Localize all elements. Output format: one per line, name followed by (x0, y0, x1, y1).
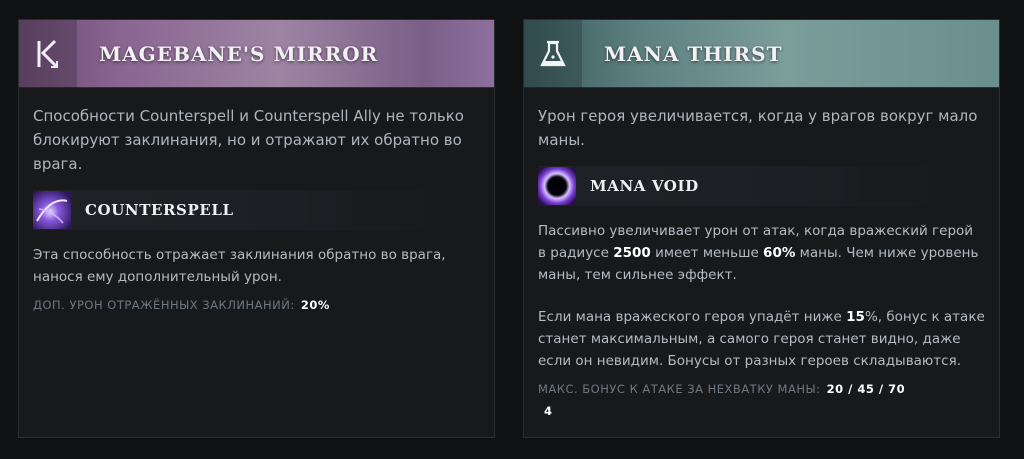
ability-stat: МАКС. БОНУС К АТАКЕ ЗА НЕХВАТКУ МАНЫ: 20… (538, 382, 985, 396)
card-title: MANA THIRST (604, 41, 783, 66)
mana-thirst-icon (524, 19, 582, 88)
desc-value: 15 (846, 309, 865, 325)
desc-text: Если мана вражеского героя упадёт ниже (538, 309, 842, 325)
ability-row-mana-void: MANA VOID (538, 166, 985, 206)
stat-label: ДОП. УРОН ОТРАЖЁННЫХ ЗАКЛИНАНИЙ: (33, 298, 295, 312)
desc-value: 60% (763, 245, 796, 261)
ability-description: Пассивно увеличивает урон от атак, когда… (538, 220, 985, 286)
card-header: MANA THIRST (524, 19, 999, 88)
ability-row-counterspell: COUNTERSPELL (33, 190, 480, 230)
card-title: MAGEBANE'S MIRROR (99, 41, 379, 66)
card-header: MAGEBANE'S MIRROR (19, 19, 494, 88)
stat-value: 20 / 45 / 70 (826, 382, 906, 396)
talent-description: Способности Counterspell и Counterspell … (33, 107, 464, 173)
magebane-mirror-icon (19, 19, 77, 88)
mana-void-icon (538, 167, 576, 205)
ability-description-2: Если мана вражеского героя упадёт ниже 1… (538, 306, 985, 372)
desc-value: 2500 (613, 245, 651, 261)
desc-text: имеет меньше (655, 245, 759, 261)
stat-label: МАКС. БОНУС К АТАКЕ ЗА НЕХВАТКУ МАНЫ: (538, 382, 821, 396)
ability-stat: ДОП. УРОН ОТРАЖЁННЫХ ЗАКЛИНАНИЙ: 20% (33, 298, 480, 312)
mana-thirst-card: MANA THIRST Урон героя увеличивается, ко… (523, 19, 1000, 438)
ability-name: MANA VOID (590, 177, 699, 195)
stat-value: 20% (300, 298, 330, 312)
ability-name: COUNTERSPELL (85, 201, 234, 219)
talent-description: Урон героя увеличивается, когда у врагов… (538, 107, 978, 149)
counterspell-icon (33, 191, 71, 229)
magebane-mirror-card: MAGEBANE'S MIRROR Способности Counterspe… (18, 19, 495, 438)
ability-description: Эта способность отражает заклинания обра… (33, 247, 446, 285)
stat-extra-value: 4 (544, 404, 553, 418)
